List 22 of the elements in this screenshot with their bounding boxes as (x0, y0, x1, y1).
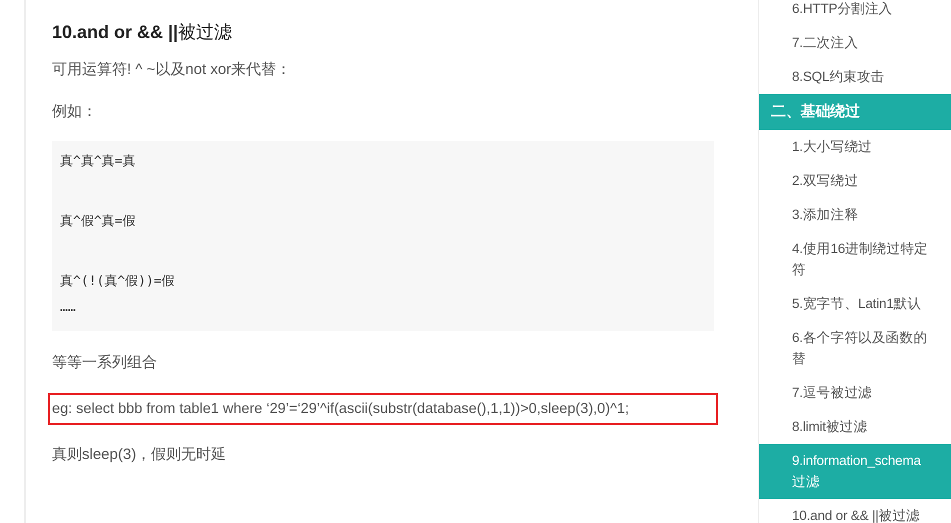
sidebar-item[interactable]: 5.宽字节、Latin1默认 (759, 287, 951, 321)
article-heading: 10.and or && ||被过滤 (52, 21, 234, 44)
sidebar-item[interactable]: 6.HTTP分割注入 (759, 0, 951, 26)
code-line: 真^假^真=假 (60, 213, 136, 231)
conclusion-text: 真则sleep(3)，假则无时延 (52, 445, 228, 465)
sidebar-item[interactable]: 4.使用16进制绕过特定 符 (759, 232, 951, 287)
sidebar-item[interactable]: 7.二次注入 (759, 26, 951, 60)
sidebar-item[interactable]: 2.双写绕过 (759, 164, 951, 198)
code-line: …… (60, 299, 77, 317)
sidebar-item[interactable]: 3.添加注释 (759, 198, 951, 232)
intro-text: 可用运算符! ^ ~以及not xor来代替： (52, 60, 292, 80)
example-query: eg: select bbb from table1 where ‘29’=‘29’^if(ascii(substr(database(),1,1))>0,sleep(3),0)^1; (48, 393, 718, 425)
sidebar-item[interactable]: 1.大小写绕过 (759, 130, 951, 164)
code-line: 真^真^真=真 (60, 153, 136, 171)
sidebar-item[interactable]: 7.逗号被过滤 (759, 376, 951, 410)
code-line: 真^(!(真^假))=假 (60, 273, 176, 291)
sidebar-item[interactable]: 6.各个字符以及函数的 替 (759, 321, 951, 376)
sidebar-item[interactable]: 10.and or && ||被过滤 (759, 499, 951, 523)
note-text: 等等一系列组合 (52, 353, 158, 373)
sidebar-item[interactable]: 8.limit被过滤 (759, 410, 951, 444)
example-label: 例如： (52, 102, 98, 122)
sidebar-item[interactable]: 8.SQL约束攻击 (759, 60, 951, 94)
